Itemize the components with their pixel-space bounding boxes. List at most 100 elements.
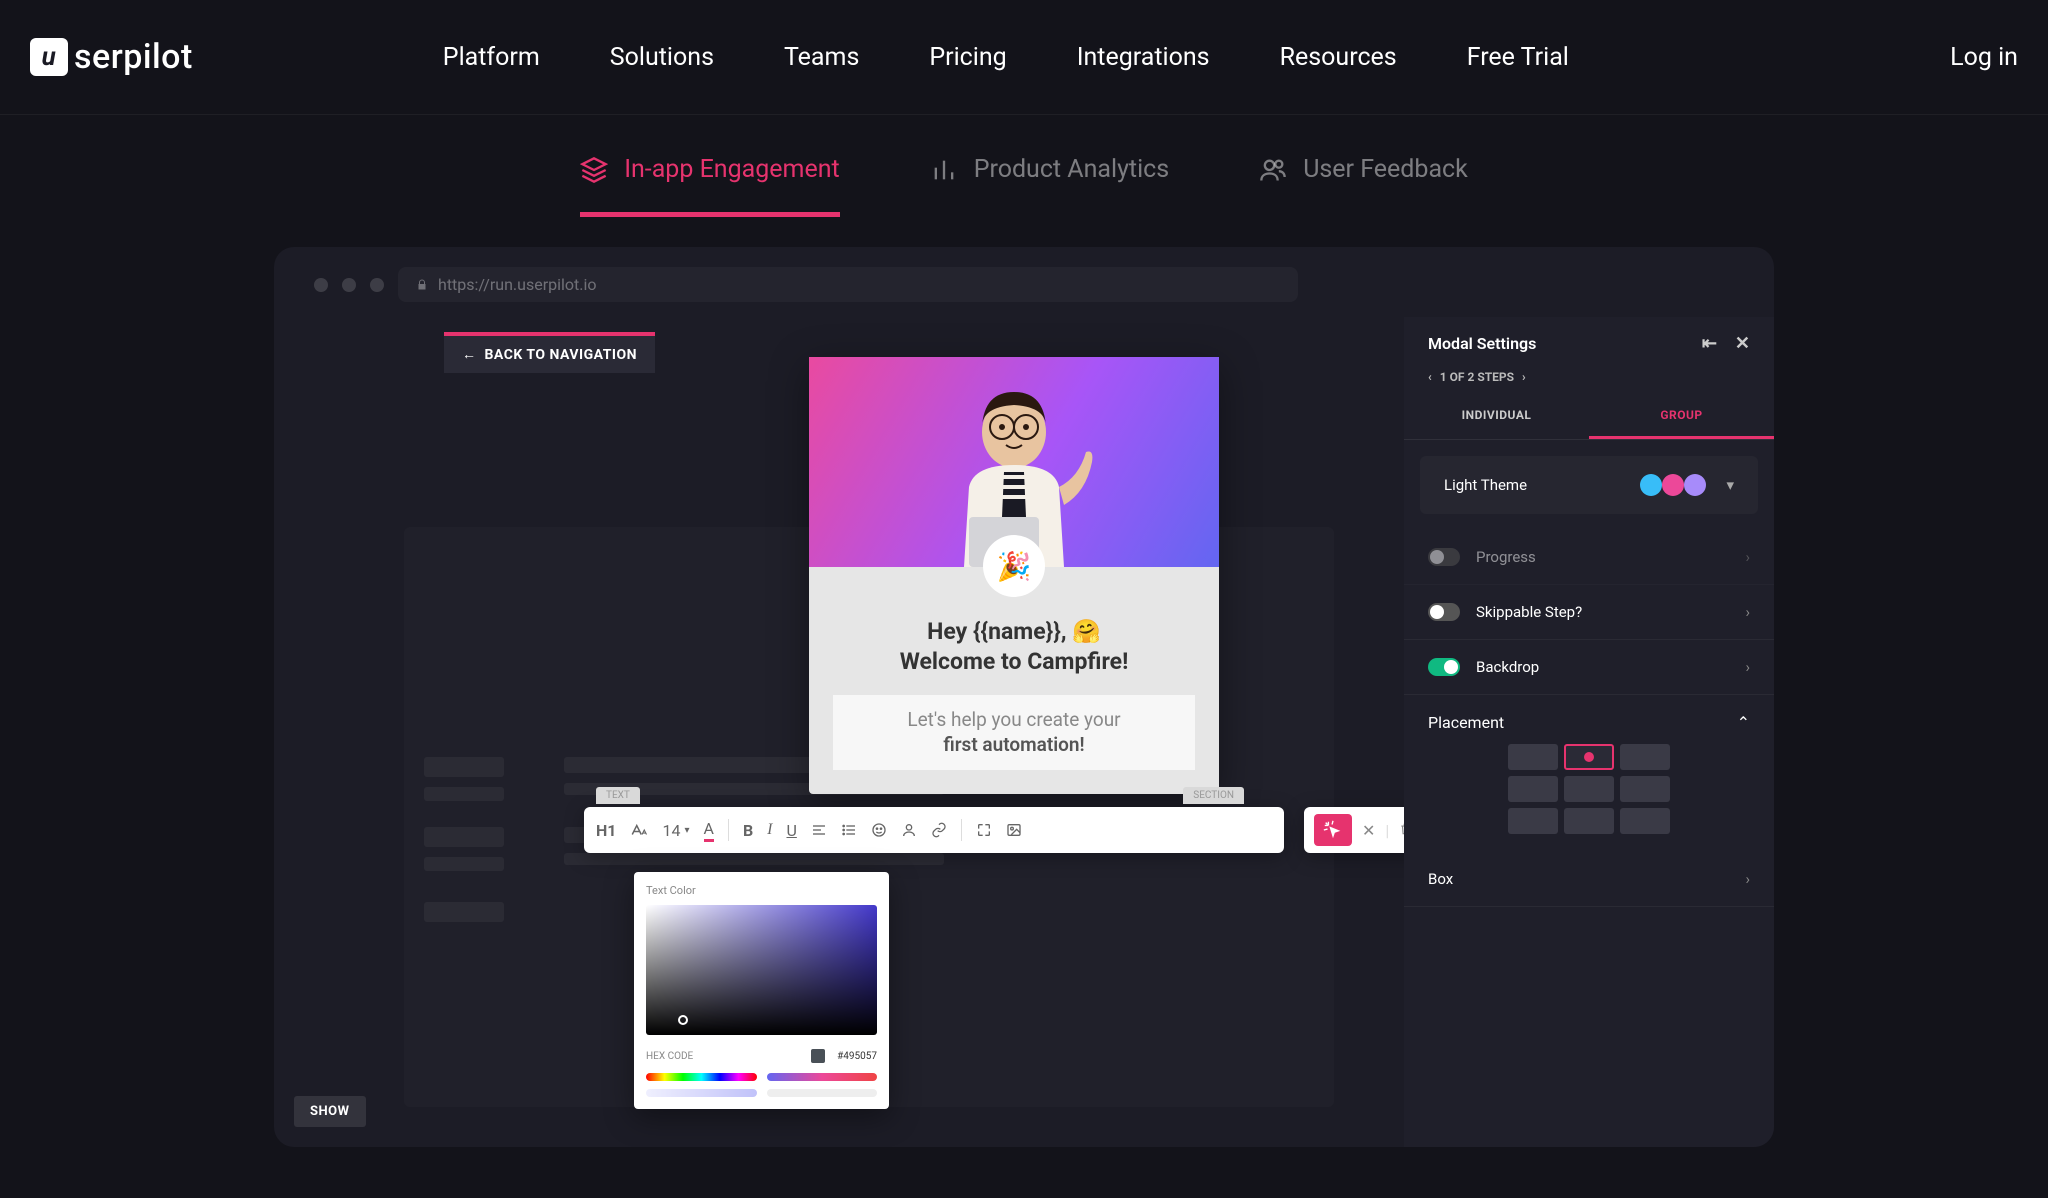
collapse-icon[interactable]: ⇤ xyxy=(1702,333,1717,354)
user-button[interactable] xyxy=(901,822,917,838)
top-bar: u serpilot Platform Solutions Teams Pric… xyxy=(0,0,2048,115)
login-link[interactable]: Log in xyxy=(1950,43,2018,72)
emoji-button[interactable] xyxy=(871,822,887,838)
placement-cell[interactable] xyxy=(1564,808,1614,834)
text-size-icon[interactable] xyxy=(630,821,648,839)
italic-button[interactable]: I xyxy=(767,821,772,839)
address-bar[interactable]: https://run.userpilot.io xyxy=(398,267,1298,302)
bold-button[interactable]: B xyxy=(743,821,753,840)
tab-user-feedback[interactable]: User Feedback xyxy=(1259,155,1468,217)
sub-line: Let's help you create your xyxy=(833,707,1195,733)
link-button[interactable] xyxy=(931,822,947,838)
close-icon[interactable]: ✕ xyxy=(1735,333,1750,354)
logo-icon: u xyxy=(30,38,68,76)
chevron-right-icon[interactable]: › xyxy=(1522,370,1526,384)
skeleton xyxy=(424,787,504,801)
color-handle[interactable] xyxy=(678,1015,688,1025)
underline-button[interactable]: U xyxy=(786,821,796,840)
window-dot xyxy=(314,278,328,292)
chevron-up-icon[interactable]: ⌃ xyxy=(1737,713,1750,732)
theme-swatches: ▾ xyxy=(1650,474,1734,496)
cursor-click-icon[interactable] xyxy=(1314,814,1352,846)
section-tag: SECTION xyxy=(1183,787,1244,804)
color-gradient[interactable] xyxy=(646,905,877,1035)
heading-h1-button[interactable]: H1 xyxy=(596,821,616,840)
box-label: Box xyxy=(1428,870,1453,888)
placement-cell[interactable] xyxy=(1508,776,1558,802)
placement-label: Placement xyxy=(1428,713,1504,732)
steps-text: 1 OF 2 STEPS xyxy=(1440,370,1514,384)
expand-button[interactable] xyxy=(976,822,992,838)
step-indicator[interactable]: ‹ 1 OF 2 STEPS › xyxy=(1404,370,1774,394)
tab-group[interactable]: GROUP xyxy=(1589,394,1774,439)
tab-in-app-engagement[interactable]: In-app Engagement xyxy=(580,155,840,217)
hex-label: HEX CODE xyxy=(646,1051,693,1062)
image-button[interactable] xyxy=(1006,822,1022,838)
lock-icon xyxy=(416,279,428,291)
chevron-right-icon: › xyxy=(1745,658,1750,676)
theme-dot xyxy=(1640,474,1662,496)
arrow-left-icon: ← xyxy=(462,346,477,363)
modal-heading: Hey {{name}}, 🤗 Welcome to Campfire! xyxy=(833,617,1195,677)
font-size-select[interactable]: 14 ▾ xyxy=(662,821,689,840)
text-toolbar[interactable]: TEXT SECTION H1 14 ▾ A B I U xyxy=(584,807,1284,853)
toggle-backdrop[interactable] xyxy=(1428,658,1460,676)
gradient-slider[interactable] xyxy=(767,1073,878,1081)
theme-row[interactable]: Light Theme ▾ xyxy=(1420,456,1758,514)
placement-cell[interactable] xyxy=(1620,776,1670,802)
tab-label: In-app Engagement xyxy=(624,155,840,184)
show-button[interactable]: SHOW xyxy=(294,1096,366,1127)
font-color-button[interactable]: A xyxy=(704,819,714,842)
align-button[interactable] xyxy=(811,822,827,838)
placement-cell[interactable] xyxy=(1508,808,1558,834)
nav-solutions[interactable]: Solutions xyxy=(610,43,714,72)
color-picker-title: Text Color xyxy=(646,884,877,897)
modal-card[interactable]: 🎉 Hey {{name}}, 🤗 Welcome to Campfire! L… xyxy=(809,357,1219,794)
skeleton xyxy=(564,853,944,865)
color-picker-panel[interactable]: Text Color HEX CODE #495057 xyxy=(634,872,889,1109)
separator xyxy=(961,819,962,841)
placement-grid xyxy=(1428,744,1750,834)
theme-label: Light Theme xyxy=(1444,476,1527,494)
nav-free-trial[interactable]: Free Trial xyxy=(1467,43,1569,72)
nav-platform[interactable]: Platform xyxy=(443,43,540,72)
chart-icon xyxy=(930,156,958,184)
backdrop-label: Backdrop xyxy=(1476,658,1539,676)
placement-cell[interactable] xyxy=(1620,744,1670,770)
settings-panel: Modal Settings ⇤ ✕ ‹ 1 OF 2 STEPS › INDI… xyxy=(1404,317,1774,1147)
back-to-navigation-button[interactable]: ← BACK TO NAVIGATION xyxy=(444,332,655,373)
skippable-label: Skippable Step? xyxy=(1476,603,1582,621)
nav-resources[interactable]: Resources xyxy=(1280,43,1397,72)
tab-label: Product Analytics xyxy=(974,155,1169,184)
toggle-skippable[interactable] xyxy=(1428,603,1460,621)
panel-tabs: INDIVIDUAL GROUP xyxy=(1404,394,1774,440)
placement-cell[interactable] xyxy=(1620,808,1670,834)
nav-integrations[interactable]: Integrations xyxy=(1077,43,1210,72)
chevron-down-icon: ▾ xyxy=(684,825,689,836)
logo[interactable]: u serpilot xyxy=(30,37,193,77)
hex-value[interactable]: #495057 xyxy=(837,1051,877,1062)
close-icon[interactable]: ✕ xyxy=(1362,821,1375,840)
sub-line: first automation! xyxy=(833,732,1195,758)
backdrop-row[interactable]: Backdrop › xyxy=(1404,640,1774,695)
nav-pricing[interactable]: Pricing xyxy=(929,43,1006,72)
box-row[interactable]: Box › xyxy=(1404,852,1774,907)
tab-individual[interactable]: INDIVIDUAL xyxy=(1404,394,1589,439)
placement-cell-selected[interactable] xyxy=(1564,744,1614,770)
nav-teams[interactable]: Teams xyxy=(784,43,859,72)
demo-stage: https://run.userpilot.io ← BACK TO NAVIG… xyxy=(274,247,1774,1147)
chevron-down-icon[interactable]: ▾ xyxy=(1726,476,1734,494)
extra-slider[interactable] xyxy=(767,1089,878,1097)
tab-product-analytics[interactable]: Product Analytics xyxy=(930,155,1169,217)
placement-cell[interactable] xyxy=(1508,744,1558,770)
alpha-slider[interactable] xyxy=(646,1089,757,1097)
hue-slider[interactable] xyxy=(646,1073,757,1081)
placement-cell[interactable] xyxy=(1564,776,1614,802)
toggle-progress[interactable] xyxy=(1428,548,1460,566)
skippable-row[interactable]: Skippable Step? › xyxy=(1404,585,1774,640)
chevron-left-icon[interactable]: ‹ xyxy=(1428,370,1432,384)
list-button[interactable] xyxy=(841,822,857,838)
browser-chrome: https://run.userpilot.io xyxy=(274,247,1774,322)
chevron-right-icon: › xyxy=(1745,603,1750,621)
progress-row[interactable]: Progress › xyxy=(1404,530,1774,585)
